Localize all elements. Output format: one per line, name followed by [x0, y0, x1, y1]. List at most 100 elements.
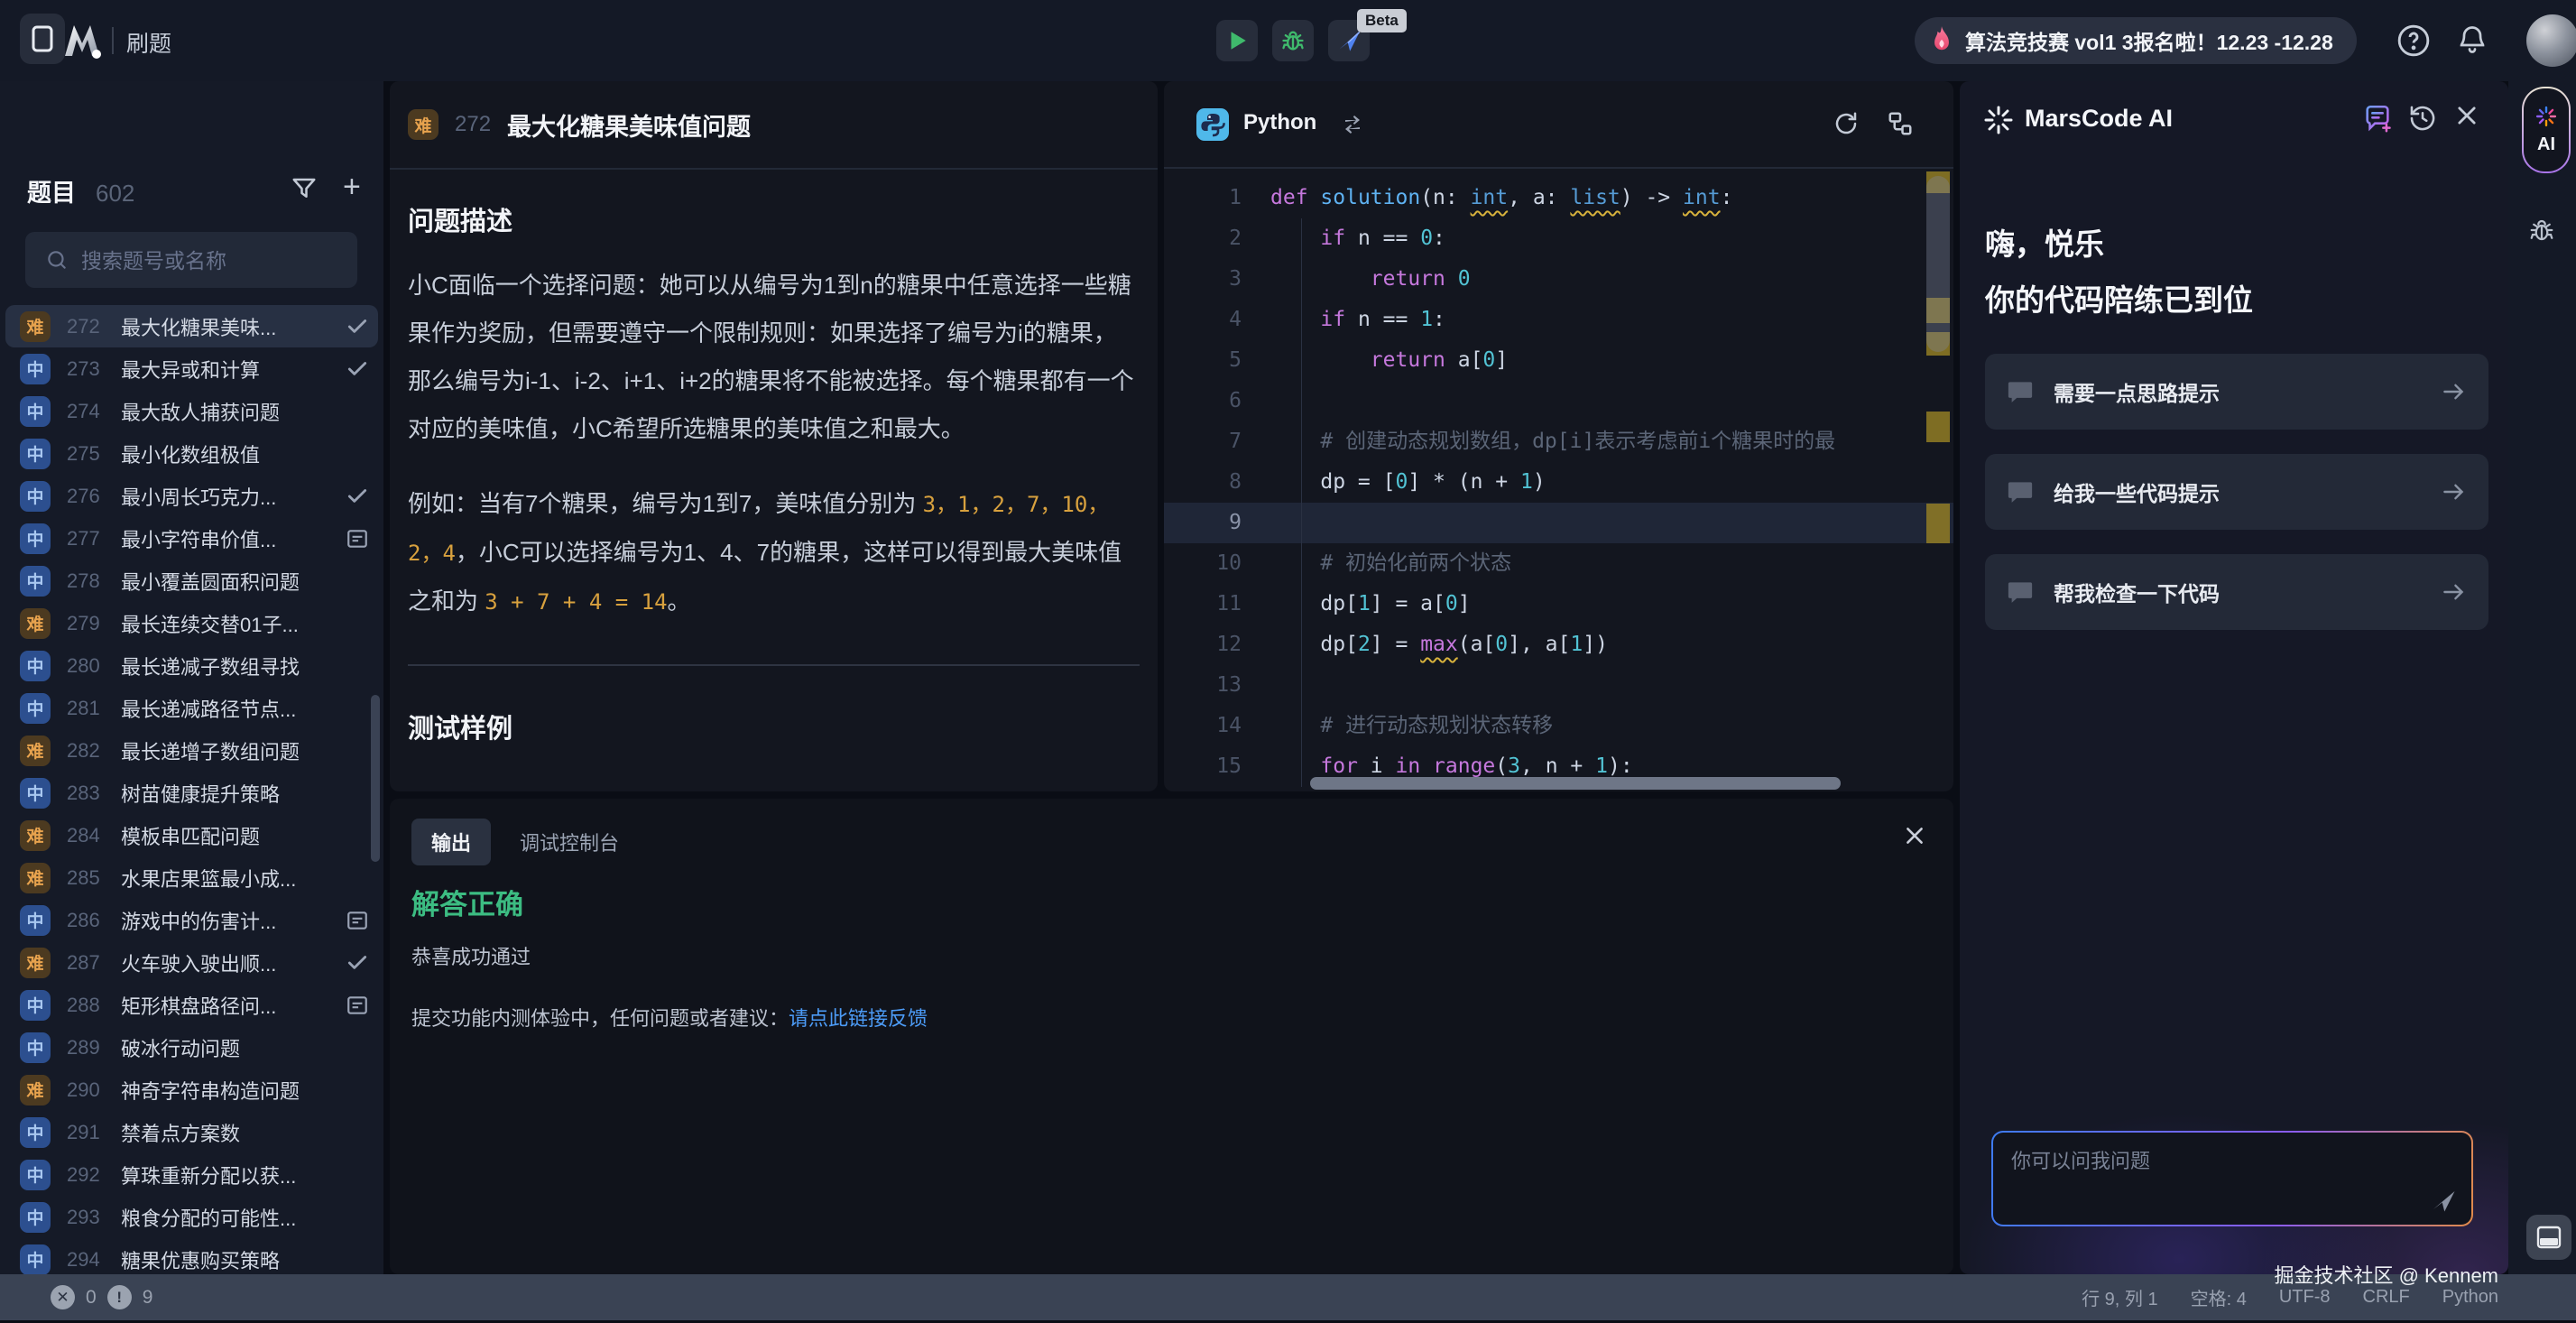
code-line-current[interactable]: 9: [1164, 503, 1953, 543]
sidebar-title: 题目: [27, 173, 76, 208]
problem-list-item[interactable]: 中280最长递减子数组寻找: [0, 644, 383, 687]
status-item[interactable]: CRLF: [2363, 1287, 2410, 1308]
tab-output[interactable]: 输出: [411, 819, 491, 865]
ai-suggestion-card[interactable]: 帮我检查一下代码: [1985, 554, 2488, 630]
code-line[interactable]: 11 dp[1] = a[0]: [1164, 584, 1953, 624]
help-button[interactable]: [2396, 23, 2431, 58]
play-icon: [1225, 29, 1249, 52]
code-line[interactable]: 3 return 0: [1164, 259, 1953, 300]
ai-toggle-button[interactable]: AI: [2522, 87, 2571, 173]
code-text: # 创建动态规划数组，dp[i]表示考虑前i个糖果时的最: [1270, 421, 1953, 462]
problem-sidebar: 题目 602 + 难272最大化糖果美味...中273最大异或和计算中274最大…: [0, 81, 383, 1274]
code-line[interactable]: 1def solution(n: int, a: list) -> int:: [1164, 178, 1953, 218]
reset-code-button[interactable]: [1833, 110, 1860, 137]
filter-button[interactable]: [291, 175, 318, 202]
status-item[interactable]: 空格: 4: [2191, 1284, 2247, 1310]
new-chat-button[interactable]: [2362, 103, 2393, 134]
code-line[interactable]: 5 return a[0]: [1164, 340, 1953, 381]
problem-list-item[interactable]: 难285水果店果篮最小成...: [0, 856, 383, 899]
problem-list-item[interactable]: 中291禁着点方案数: [0, 1111, 383, 1153]
ai-suggestion-card[interactable]: 需要一点思路提示: [1985, 354, 2488, 430]
code-line[interactable]: 12 dp[2] = max(a[0], a[1]): [1164, 624, 1953, 665]
problem-list-item[interactable]: 中283树苗健康提升策略: [0, 772, 383, 814]
problem-list-item[interactable]: 难272最大化糖果美味...: [5, 305, 378, 347]
problem-list-item[interactable]: 中273最大异或和计算: [0, 347, 383, 390]
difficulty-badge: 中: [20, 1202, 51, 1233]
problem-list-item[interactable]: 难282最长递增子数组问题: [0, 729, 383, 772]
marscode-logo-icon[interactable]: [61, 20, 103, 60]
sidebar-toggle-button[interactable]: [20, 14, 65, 64]
problem-list-item[interactable]: 中292算珠重新分配以获...: [0, 1153, 383, 1196]
problem-title: 算珠重新分配以获...: [121, 1161, 344, 1189]
close-ai-panel-button[interactable]: [2454, 103, 2479, 128]
problem-list-item[interactable]: 中289破冰行动问题: [0, 1026, 383, 1069]
contest-banner[interactable]: 算法竞技赛 vol1 3报名啦！12.23 -12.28: [1915, 17, 2357, 64]
code-text: dp[2] = max(a[0], a[1]): [1270, 624, 1953, 665]
add-problem-button[interactable]: +: [343, 171, 361, 202]
bottom-panel-toggle-button[interactable]: [2526, 1215, 2571, 1260]
status-item[interactable]: 行 9, 列 1: [2082, 1284, 2157, 1310]
problem-list-item[interactable]: 难279最长连续交替01子...: [0, 602, 383, 644]
problem-list-item[interactable]: 难287火车驶入驶出顺...: [0, 941, 383, 984]
problem-list-item[interactable]: 中278最小覆盖圆面积问题: [0, 560, 383, 602]
close-output-button[interactable]: [1903, 824, 1926, 847]
notifications-button[interactable]: [2456, 23, 2488, 56]
sparkle-icon: [1983, 105, 2014, 135]
problem-list-item[interactable]: 中274最大敌人捕获问题: [0, 390, 383, 432]
code-line[interactable]: 4 if n == 1:: [1164, 300, 1953, 340]
language-switch-button[interactable]: [1341, 114, 1364, 135]
code-area[interactable]: 1def solution(n: int, a: list) -> int:2 …: [1164, 167, 1953, 791]
problem-list-item[interactable]: 难284模板串匹配问题: [0, 814, 383, 856]
flowchart-button[interactable]: [1887, 110, 1914, 137]
code-line[interactable]: 13: [1164, 665, 1953, 706]
user-avatar[interactable]: [2526, 14, 2576, 67]
tab-debug-console[interactable]: 调试控制台: [514, 827, 624, 857]
sample-label: 样例1：: [408, 785, 1140, 791]
code-line[interactable]: 14 # 进行动态规划状态转移: [1164, 706, 1953, 746]
problem-number: 294: [67, 1248, 121, 1272]
problems-indicator[interactable]: ✕ 0 ! 9: [51, 1274, 152, 1320]
debug-panel-button[interactable]: [2528, 217, 2555, 244]
problem-list-item[interactable]: 中288矩形棋盘路径问...: [0, 984, 383, 1026]
problem-title: 最长连续交替01子...: [121, 609, 344, 638]
ai-suggestion-card[interactable]: 给我一些代码提示: [1985, 454, 2488, 530]
feedback-link[interactable]: 请点此链接反馈: [789, 1007, 928, 1030]
code-text: # 进行动态规划状态转移: [1270, 706, 1953, 746]
send-button[interactable]: [2430, 1187, 2457, 1214]
problem-list-item[interactable]: 难290神奇字符串构造问题: [0, 1069, 383, 1111]
code-line[interactable]: 8 dp = [0] * (n + 1): [1164, 462, 1953, 503]
banner-text: 算法竞技赛 vol1 3报名啦！12.23 -12.28: [1965, 25, 2333, 56]
code-line[interactable]: 2 if n == 0:: [1164, 218, 1953, 259]
search-input[interactable]: [79, 232, 354, 290]
result-status: 解答正确: [411, 882, 523, 922]
code-line[interactable]: 6: [1164, 381, 1953, 421]
run-button[interactable]: [1216, 20, 1258, 61]
problem-number: 272: [67, 315, 121, 338]
problem-number: 273: [67, 357, 121, 381]
problem-list-item[interactable]: 中293粮食分配的可能性...: [0, 1196, 383, 1238]
problem-list-item[interactable]: 中277最小字符串价值...: [0, 517, 383, 560]
problem-list-item[interactable]: 中286游戏中的伤害计...: [0, 899, 383, 941]
status-item[interactable]: UTF-8: [2279, 1287, 2331, 1308]
editor-horizontal-scrollbar[interactable]: [1310, 777, 1841, 790]
problem-number: 292: [67, 1163, 121, 1187]
code-line[interactable]: 10 # 初始化前两个状态: [1164, 543, 1953, 584]
ai-chat-input[interactable]: [2009, 1143, 2410, 1210]
problem-list-item[interactable]: 中276最小周长巧克力...: [0, 475, 383, 517]
difficulty-badge: 难: [20, 863, 51, 893]
debug-button[interactable]: [1272, 20, 1314, 61]
code-line[interactable]: 7 # 创建动态规划数组，dp[i]表示考虑前i个糖果时的最: [1164, 421, 1953, 462]
scrollbar-thumb[interactable]: [1926, 176, 1950, 352]
chat-bubble-icon: [2007, 479, 2034, 504]
problem-title: 最小周长巧克力...: [121, 482, 344, 511]
problem-list-item[interactable]: 中281最长递减路径节点...: [0, 687, 383, 729]
status-item[interactable]: Python: [2442, 1287, 2498, 1308]
problem-number: 293: [67, 1206, 121, 1229]
sidebar-scrollbar[interactable]: [371, 695, 380, 862]
problem-title: 最长递减子数组寻找: [121, 652, 344, 680]
difficulty-badge: 中: [20, 481, 51, 512]
difficulty-badge: 难: [20, 608, 51, 639]
history-button[interactable]: [2407, 103, 2438, 134]
problem-list-item[interactable]: 中275最小化数组极值: [0, 432, 383, 475]
editor-vertical-scrollbar[interactable]: [1926, 167, 1950, 791]
